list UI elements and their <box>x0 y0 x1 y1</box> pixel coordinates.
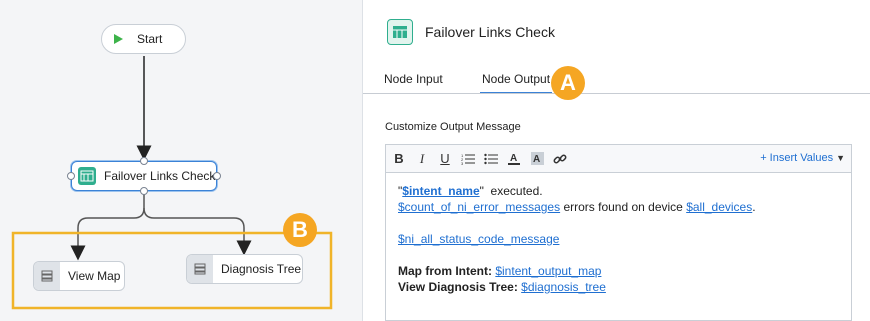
chevron-down-icon: ▼ <box>836 153 845 163</box>
view-map-node[interactable]: View Map <box>33 261 125 291</box>
table-icon <box>78 167 96 185</box>
italic-icon[interactable]: I <box>413 150 431 168</box>
message-line-2: $count_of_ni_error_messages errors found… <box>398 200 756 214</box>
section-label: Customize Output Message <box>385 121 521 133</box>
panel-title: Failover Links Check <box>425 24 555 40</box>
tab-node-output[interactable]: Node Output <box>480 72 553 94</box>
bold-icon[interactable]: B <box>390 150 408 168</box>
var-ni-all-status-code-message[interactable]: $ni_all_status_code_message <box>398 232 559 246</box>
diagnosis-tree-node[interactable]: Diagnosis Tree <box>186 254 303 284</box>
table-icon <box>387 19 413 45</box>
insert-values-dropdown[interactable]: + Insert Values ▼ <box>760 152 845 164</box>
svg-text:A: A <box>533 154 540 165</box>
stack-icon <box>187 255 213 283</box>
tabs-divider <box>363 93 870 94</box>
stack-icon <box>34 262 60 290</box>
message-line-5: View Diagnosis Tree: $diagnosis_tree <box>398 280 606 294</box>
diagnosis-tree-label: Diagnosis Tree <box>221 262 302 276</box>
callout-a-badge: A <box>551 66 585 100</box>
port-right[interactable] <box>213 172 221 180</box>
font-color-icon[interactable]: A <box>505 150 523 168</box>
port-top[interactable] <box>140 157 148 165</box>
start-node-label: Start <box>137 32 163 46</box>
var-intent-output-map[interactable]: $intent_output_map <box>495 264 601 278</box>
flow-canvas[interactable]: Start Failover Links Check View Map Diag… <box>0 0 363 321</box>
port-bottom[interactable] <box>140 187 148 195</box>
svg-text:3: 3 <box>461 161 464 165</box>
var-intent-name[interactable]: $intent_name <box>402 184 479 198</box>
port-left[interactable] <box>67 172 75 180</box>
edge-main-to-diagnosis <box>143 207 252 256</box>
tab-node-input[interactable]: Node Input <box>384 72 443 92</box>
output-message-editor[interactable]: B I U 123 A A + Insert Values ▼ "$intent… <box>385 144 852 321</box>
edge-main-to-viewmap <box>70 192 145 261</box>
play-icon <box>114 34 123 44</box>
message-line-1: "$intent_name" executed. <box>398 184 543 198</box>
numbered-list-icon[interactable]: 123 <box>459 150 477 168</box>
bulleted-list-icon[interactable] <box>482 150 500 168</box>
background-color-icon[interactable]: A <box>528 150 546 168</box>
message-line-4: Map from Intent: $intent_output_map <box>398 264 602 278</box>
view-map-label: View Map <box>68 269 121 283</box>
editor-toolbar: B I U 123 A A + Insert Values ▼ <box>386 145 851 173</box>
var-count-of-ni-error-messages[interactable]: $count_of_ni_error_messages <box>398 200 560 214</box>
link-icon[interactable] <box>551 150 569 168</box>
node-properties-panel: Failover Links Check Node Input Node Out… <box>363 0 870 321</box>
callout-b-badge: B <box>283 213 317 247</box>
svg-text:A: A <box>510 153 517 164</box>
panel-header: Failover Links Check <box>387 19 555 45</box>
message-line-3: $ni_all_status_code_message <box>398 231 839 247</box>
underline-icon[interactable]: U <box>436 150 454 168</box>
insert-values-label: + Insert Values <box>760 152 834 164</box>
start-node[interactable]: Start <box>101 24 186 54</box>
var-diagnosis-tree[interactable]: $diagnosis_tree <box>521 280 606 294</box>
editor-content[interactable]: "$intent_name" executed. $count_of_ni_er… <box>386 173 851 305</box>
var-all-devices[interactable]: $all_devices <box>686 200 752 214</box>
failover-node-label: Failover Links Check <box>104 169 216 183</box>
